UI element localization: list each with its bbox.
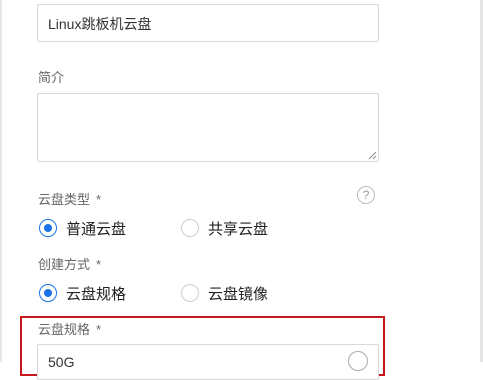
radio-disk-type-normal[interactable]: 普通云盘 [39, 217, 126, 239]
radio-unchecked-icon [181, 284, 199, 302]
required-mark: * [96, 257, 102, 272]
radio-unchecked-icon [181, 219, 199, 237]
required-mark: * [96, 192, 102, 207]
create-method-label-text: 创建方式 [38, 257, 91, 272]
radio-checked-icon [39, 219, 57, 237]
radio-label: 普通云盘 [66, 220, 127, 238]
radio-create-by-image[interactable]: 云盘镜像 [181, 282, 268, 304]
radio-label: 共享云盘 [208, 220, 269, 238]
disk-type-label-text: 云盘类型 [38, 192, 91, 207]
radio-label: 云盘镜像 [208, 285, 269, 303]
description-label: 简介 [38, 70, 65, 85]
panel-left-border [0, 0, 2, 362]
create-method-label: 创建方式 * [38, 254, 101, 273]
radio-disk-type-shared[interactable]: 共享云盘 [181, 217, 268, 239]
disk-name-input[interactable]: Linux跳板机云盘 [37, 4, 379, 42]
resize-handle-icon[interactable] [367, 150, 377, 160]
radio-label: 云盘规格 [66, 285, 127, 303]
spec-option-circle-icon[interactable] [348, 351, 368, 371]
disk-spec-label-text: 云盘规格 [38, 322, 91, 337]
disk-type-label: 云盘类型 * [38, 189, 101, 208]
disk-spec-select[interactable]: 50G [37, 344, 379, 380]
disk-spec-label: 云盘规格 * [38, 319, 101, 338]
radio-create-by-spec[interactable]: 云盘规格 [39, 282, 126, 304]
radio-checked-icon [39, 284, 57, 302]
required-mark: * [96, 322, 102, 337]
description-textarea[interactable] [37, 93, 379, 162]
question-circle-icon[interactable]: ? [357, 186, 375, 204]
